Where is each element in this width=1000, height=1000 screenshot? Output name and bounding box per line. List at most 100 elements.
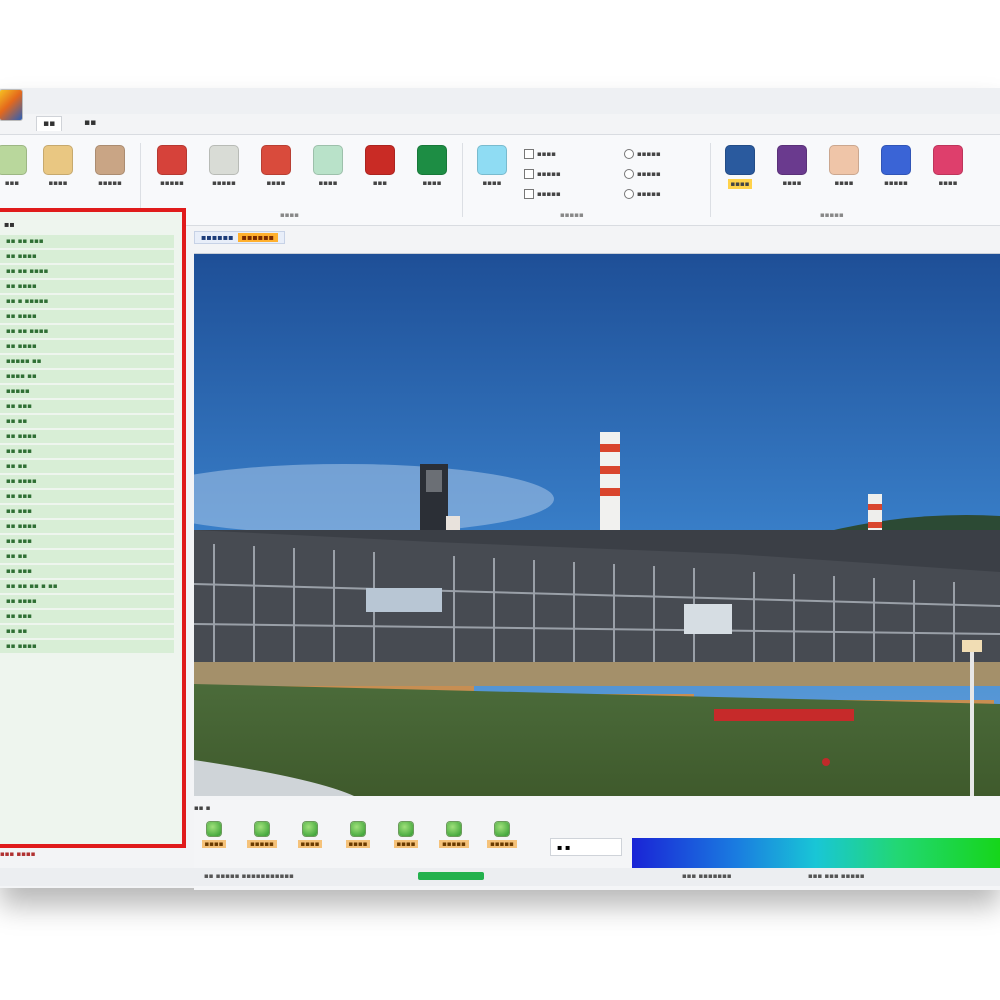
ribbon-search-button[interactable]: ▪▪▪▪ [720,145,760,195]
ribbon-separator [140,143,141,217]
tree-item[interactable]: ▪▪ ▪▪▪▪ [0,310,174,323]
ribbon-texture-button[interactable]: ▪▪▪▪▪ [90,145,130,195]
shield-icon [365,145,395,175]
tree-item[interactable]: ▪▪ ▪▪▪ [0,400,174,413]
option-checkbox-2[interactable]: ▪▪▪▪▪ [524,169,561,179]
user-icon [777,145,807,175]
tree-item[interactable]: ▪▪▪▪▪ ▪▪ [0,355,174,368]
ribbon-palette-button[interactable]: ▪▪▪▪ [824,145,864,195]
screen-icon [477,145,507,175]
play-dot-icon [303,822,317,836]
radio-icon [624,169,634,179]
video-icon [261,145,291,175]
ribbon-screen-button[interactable]: ▪▪▪▪ [472,145,512,195]
tree-item[interactable]: ▪▪▪▪▪ [0,385,174,398]
viewer-tab[interactable]: ▪▪▪▪▪▪ ▪▪▪▪▪▪ [194,231,286,244]
checkbox-icon [524,149,534,159]
tree-item[interactable]: ▪▪ ▪▪ ▪▪ ▪ ▪▪ [0,580,174,593]
checkbox-icon [524,169,534,179]
ribbon-separator [462,143,463,217]
search-icon [725,145,755,175]
grid-icon [933,145,963,175]
tree-item[interactable]: ▪▪ ▪▪▪▪ [0,520,174,533]
ribbon-grid-button[interactable]: ▪▪▪▪ [928,145,968,195]
playback-control-7[interactable]: ▪▪▪▪▪ [482,822,522,848]
play-dot-icon [399,822,413,836]
play-dot-icon [255,822,269,836]
viewer-tab-warning: ▪▪▪▪▪▪ [237,233,279,242]
option-checkbox-3[interactable]: ▪▪▪▪▪ [524,189,561,199]
playback-control-2[interactable]: ▪▪▪▪▪ [242,822,282,848]
option-radio-2[interactable]: ▪▪▪▪▪ [624,169,661,179]
tree-footer-text: ▪▪▪ ▪▪▪▪ [0,850,36,858]
marker [822,758,830,766]
tree-item[interactable]: ▪▪ ▪▪ ▪▪▪▪ [0,325,174,338]
tree-item[interactable]: ▪▪ ▪▪▪ [0,445,174,458]
play-dot-icon [207,822,221,836]
tree-item[interactable]: ▪▪ ▪▪▪▪ [0,250,174,263]
tree-item[interactable]: ▪▪ ▪▪ [0,625,174,638]
radio-icon [624,189,634,199]
tree-item[interactable]: ▪▪▪▪ ▪▪ [0,370,174,383]
tree-item[interactable]: ▪▪ ▪ ▪▪▪▪▪ [0,295,174,308]
image-icon [43,145,73,175]
option-checkbox-1[interactable]: ▪▪▪▪ [524,149,556,159]
tree-item[interactable]: ▪▪ ▪▪▪ [0,505,174,518]
status-left-text: ▪▪ ▪▪▪▪▪ ▪▪▪▪▪▪▪▪▪▪▪ [204,872,294,880]
ribbon-user-button[interactable]: ▪▪▪▪ [772,145,812,195]
tree-item[interactable]: ▪▪ ▪▪ [0,550,174,563]
refresh-icon [417,145,447,175]
playback-control-6[interactable]: ▪▪▪▪▪ [434,822,474,848]
tree-item[interactable]: ▪▪ ▪▪▪▪ [0,280,174,293]
tree-item[interactable]: ▪▪ ▪▪ [0,415,174,428]
play-dot-icon [495,822,509,836]
option-radio-1[interactable]: ▪▪▪▪▪ [624,149,661,159]
playback-control-4[interactable]: ▪▪▪▪ [338,822,378,848]
status-bar: ▪▪ ▪▪▪▪▪ ▪▪▪▪▪▪▪▪▪▪▪ ▪▪▪ ▪▪▪▪▪▪▪ ▪▪▪ ▪▪▪… [0,868,1000,886]
tree-item[interactable]: ▪▪ ▪▪ ▪▪▪▪ [0,265,174,278]
tree-item[interactable]: ▪▪ ▪▪▪ [0,565,174,578]
tree-item[interactable]: ▪▪ ▪▪▪▪ [0,595,174,608]
tree-item[interactable]: ▪▪ ▪▪▪ [0,610,174,623]
tree-item[interactable]: ▪▪ ▪▪▪▪ [0,430,174,443]
tree-item[interactable]: ▪▪ ▪▪ ▪▪▪ [0,235,174,248]
playback-control-5[interactable]: ▪▪▪▪ [386,822,426,848]
value-field[interactable]: ▪ ▪ [550,838,622,856]
tree-item[interactable]: ▪▪ ▪▪▪ [0,535,174,548]
tree-item[interactable]: ▪▪ ▪▪ [0,460,174,473]
playback-control-3[interactable]: ▪▪▪▪ [290,822,330,848]
viewer-tab-label: ▪▪▪▪▪▪ [201,233,234,242]
scene-viewport[interactable] [194,253,1000,796]
tree-item[interactable]: ▪▪ ▪▪▪ [0,490,174,503]
menu-tab-1[interactable]: ▪▪ [36,116,63,131]
tree-item[interactable]: ▪▪ ▪▪▪▪ [0,340,174,353]
tree-item[interactable]: ▪▪ ▪▪▪▪ [0,475,174,488]
ribbon-image-button[interactable]: ▪▪▪▪ [38,145,78,195]
option-radio-3[interactable]: ▪▪▪▪▪ [624,189,661,199]
title-bar [0,88,1000,120]
tree-root[interactable]: ▪▪ [0,212,182,233]
tree-item[interactable]: ▪▪ ▪▪▪▪ [0,640,174,653]
texture-icon [95,145,125,175]
ribbon-video-button[interactable]: ▪▪▪▪ [256,145,296,195]
ribbon-shield-button[interactable]: ▪▪▪ [360,145,400,195]
ribbon-group-label: ▪▪▪▪▪ [820,211,844,219]
playback-control-1[interactable]: ▪▪▪▪ [194,822,234,848]
menu-tab-2[interactable]: ▪▪ [78,116,102,130]
app-logo-icon [0,90,22,120]
record-icon [157,145,187,175]
ribbon-pointer-button[interactable]: ▪▪▪▪▪ [204,145,244,195]
app-window: ▪▪ ▪▪ ▪▪▪ ▪▪▪▪ ▪▪▪▪▪ ▪▪▪▪▪ ▪▪▪▪▪ ▪▪▪▪ ▪▪… [0,88,1000,890]
tree-list: ▪▪ ▪▪ ▪▪▪ ▪▪ ▪▪▪▪ ▪▪ ▪▪ ▪▪▪▪ ▪▪ ▪▪▪▪ ▪▪ ▪ ▪▪… [0,235,182,653]
ribbon-group-label: ▪▪▪▪▪ [560,211,584,219]
radio-icon [624,149,634,159]
mask-icon [313,145,343,175]
play-dot-icon [351,822,365,836]
ribbon-refresh-button[interactable]: ▪▪▪▪ [412,145,452,195]
playback-label: ▪▪ ▪ [194,804,211,812]
ribbon-mask-button[interactable]: ▪▪▪▪ [308,145,348,195]
ribbon-separator [710,143,711,217]
ribbon-record-button[interactable]: ▪▪▪▪▪ [152,145,192,195]
ribbon-square-button[interactable]: ▪▪▪▪▪ [876,145,916,195]
ribbon-layer-button[interactable]: ▪▪▪ [0,145,32,195]
